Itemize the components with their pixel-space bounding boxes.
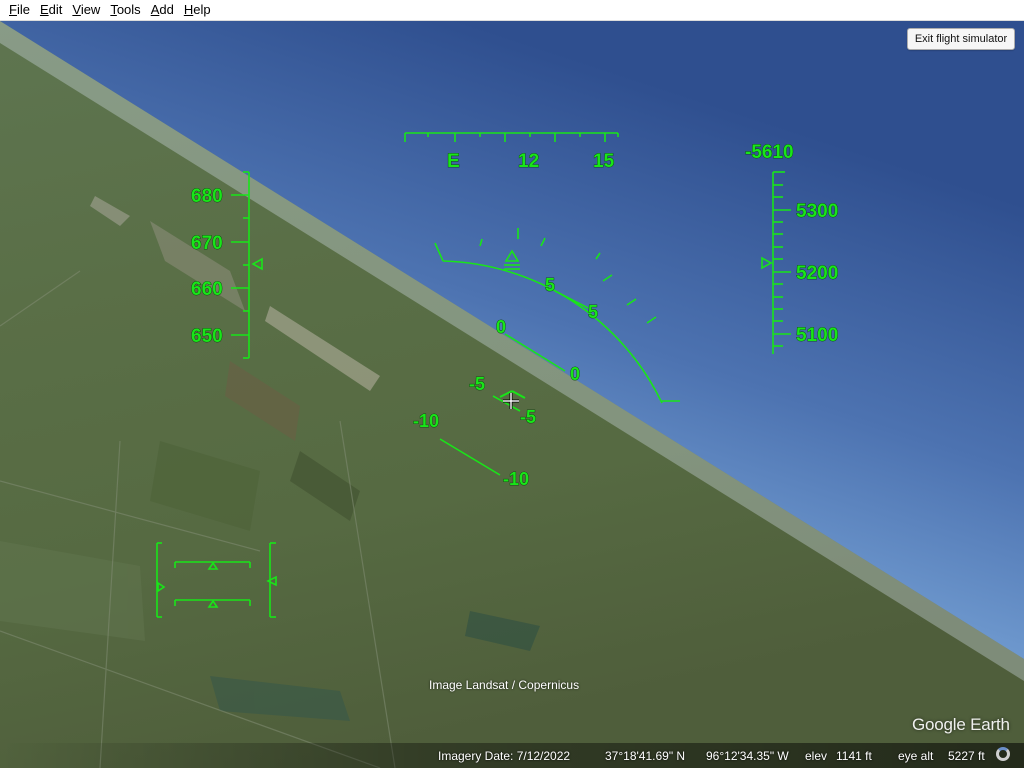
pitch-label-left-minus-5: -5 <box>469 374 485 394</box>
longitude-readout: 96°12'34.35" W <box>706 749 789 763</box>
menu-add[interactable]: Add <box>146 0 179 20</box>
speed-label-680: 680 <box>191 186 223 207</box>
menu-view[interactable]: View <box>67 0 105 20</box>
pitch-label-right-minus-10: -10 <box>503 469 529 489</box>
menu-help[interactable]: Help <box>179 0 216 20</box>
elevation-label: elev <box>805 749 828 763</box>
google-earth-window: File Edit View Tools Add Help E 12 15 68… <box>0 0 1024 768</box>
pitch-label-left-minus-10: -10 <box>413 411 439 431</box>
status-bar: Imagery Date: 7/12/2022 37°18'41.69" N 9… <box>0 743 1024 768</box>
menu-edit[interactable]: Edit <box>35 0 67 20</box>
exit-flight-simulator-button[interactable]: Exit flight simulator <box>907 28 1015 50</box>
speed-label-660: 660 <box>191 279 223 300</box>
altitude-label-5300: 5300 <box>796 201 838 222</box>
altitude-label-5200: 5200 <box>796 263 838 284</box>
speed-label-650: 650 <box>191 326 223 347</box>
flight-scene: E 12 15 680 670 660 650 -5610 5300 5200 … <box>0 21 1024 768</box>
eye-altitude-label: eye alt <box>898 749 934 763</box>
pitch-label-right-5: 5 <box>588 302 598 322</box>
streaming-progress-icon <box>996 747 1010 761</box>
imagery-attribution: Image Landsat / Copernicus <box>429 678 580 692</box>
pitch-label-left-5: 5 <box>545 275 555 295</box>
pitch-label-right-minus-5: -5 <box>520 407 536 427</box>
altitude-label-5100: 5100 <box>796 325 838 346</box>
latitude-readout: 37°18'41.69" N <box>605 749 686 763</box>
speed-label-670: 670 <box>191 233 223 254</box>
menu-file[interactable]: File <box>0 0 35 20</box>
google-earth-logo: Google Earth <box>912 715 1010 734</box>
imagery-date: Imagery Date: 7/12/2022 <box>438 749 571 763</box>
pitch-label-right-0: 0 <box>570 364 580 384</box>
heading-label-15: 15 <box>593 151 615 172</box>
earth-3d-viewport[interactable]: E 12 15 680 670 660 650 -5610 5300 5200 … <box>0 21 1024 768</box>
menu-tools[interactable]: Tools <box>105 0 145 20</box>
elevation-value: 1141 ft <box>836 749 872 763</box>
eye-altitude-value: 5227 ft <box>948 749 985 763</box>
menu-bar: File Edit View Tools Add Help <box>0 0 1024 21</box>
pitch-label-left-0: 0 <box>496 317 506 337</box>
heading-label-e: E <box>447 151 460 172</box>
altitude-readout: -5610 <box>745 142 794 163</box>
heading-label-12: 12 <box>518 151 539 172</box>
